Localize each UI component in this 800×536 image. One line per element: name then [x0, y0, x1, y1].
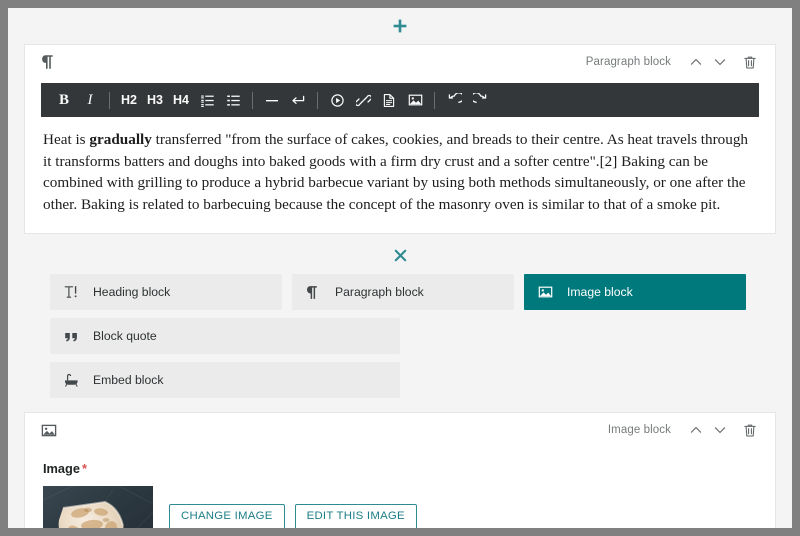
block-chooser-close-row: [8, 242, 792, 268]
block-option-block-quote[interactable]: Block quote: [50, 318, 400, 354]
toolbar-separator: [109, 92, 110, 109]
rich-text-toolbar-wrap: B I H2 H3 H4: [25, 79, 775, 117]
media-button[interactable]: [324, 87, 350, 113]
heading-4-button[interactable]: H4: [168, 87, 194, 113]
paragraph-block-card: Paragraph block B I: [24, 44, 776, 234]
toolbar-separator: [252, 92, 253, 109]
toolbar-separator: [434, 92, 435, 109]
chevron-down-icon[interactable]: [709, 51, 731, 73]
quote-icon: [64, 330, 84, 343]
block-option-label: Paragraph block: [335, 285, 424, 299]
paragraph-text-body[interactable]: Heat is gradually transferred "from the …: [25, 117, 775, 233]
image-field-label-text: Image: [43, 461, 80, 476]
image-button[interactable]: [402, 87, 428, 113]
ordered-list-button[interactable]: [194, 87, 220, 113]
block-option-label: Image block: [567, 285, 633, 299]
image-field-label: Image*: [43, 461, 757, 476]
paragraph-block-header: Paragraph block: [25, 45, 775, 79]
block-option-label: Heading block: [93, 285, 170, 299]
image-block-header: Image block: [25, 413, 775, 447]
block-chooser-grid: Heading block Paragraph block: [8, 268, 792, 398]
required-marker: *: [82, 461, 87, 476]
rich-text-toolbar: B I H2 H3 H4: [41, 83, 759, 117]
pilcrow-icon: [41, 54, 61, 70]
block-chooser: Heading block Paragraph block: [8, 234, 792, 412]
undo-button[interactable]: [441, 87, 467, 113]
plus-icon[interactable]: [389, 15, 411, 37]
add-block-rail: [8, 8, 792, 44]
close-x-icon[interactable]: [390, 245, 410, 265]
editor-page: Paragraph block B I: [8, 8, 792, 528]
block-option-heading[interactable]: Heading block: [50, 274, 282, 310]
line-break-button[interactable]: [285, 87, 311, 113]
document-button[interactable]: [376, 87, 402, 113]
chevron-up-icon[interactable]: [685, 419, 707, 441]
bold-button[interactable]: B: [51, 87, 77, 113]
italic-button[interactable]: I: [77, 87, 103, 113]
paragraph-text-bold: gradually: [89, 131, 151, 148]
trash-icon[interactable]: [739, 419, 761, 441]
image-field-row: CHANGE IMAGE EDIT THIS IMAGE: [43, 486, 757, 528]
redo-button[interactable]: [467, 87, 493, 113]
chevron-down-icon[interactable]: [709, 419, 731, 441]
edit-this-image-button[interactable]: EDIT THIS IMAGE: [295, 504, 417, 528]
heading-2-button[interactable]: H2: [116, 87, 142, 113]
unordered-list-button[interactable]: [220, 87, 246, 113]
paragraph-text-lead: Heat is: [43, 131, 89, 148]
block-option-label: Block quote: [93, 329, 157, 343]
image-block-body: Image*: [25, 447, 775, 528]
embed-icon: [64, 373, 84, 387]
image-block-label: Image block: [608, 424, 671, 436]
chevron-up-icon[interactable]: [685, 51, 707, 73]
pilcrow-icon: [306, 285, 326, 300]
link-button[interactable]: [350, 87, 376, 113]
image-action-buttons: CHANGE IMAGE EDIT THIS IMAGE: [169, 504, 417, 528]
horizontal-rule-button[interactable]: [259, 87, 285, 113]
block-option-paragraph[interactable]: Paragraph block: [292, 274, 514, 310]
paragraph-block-label: Paragraph block: [586, 56, 671, 68]
image-block-card: Image block Image*: [24, 412, 776, 528]
trash-icon[interactable]: [739, 51, 761, 73]
image-icon: [538, 285, 558, 299]
change-image-button[interactable]: CHANGE IMAGE: [169, 504, 285, 528]
block-option-embed[interactable]: Embed block: [50, 362, 400, 398]
block-option-label: Embed block: [93, 373, 163, 387]
block-option-image[interactable]: Image block: [524, 274, 746, 310]
image-icon: [41, 423, 61, 438]
image-thumbnail[interactable]: [43, 486, 153, 528]
toolbar-separator: [317, 92, 318, 109]
heading-icon: [64, 285, 84, 299]
heading-3-button[interactable]: H3: [142, 87, 168, 113]
